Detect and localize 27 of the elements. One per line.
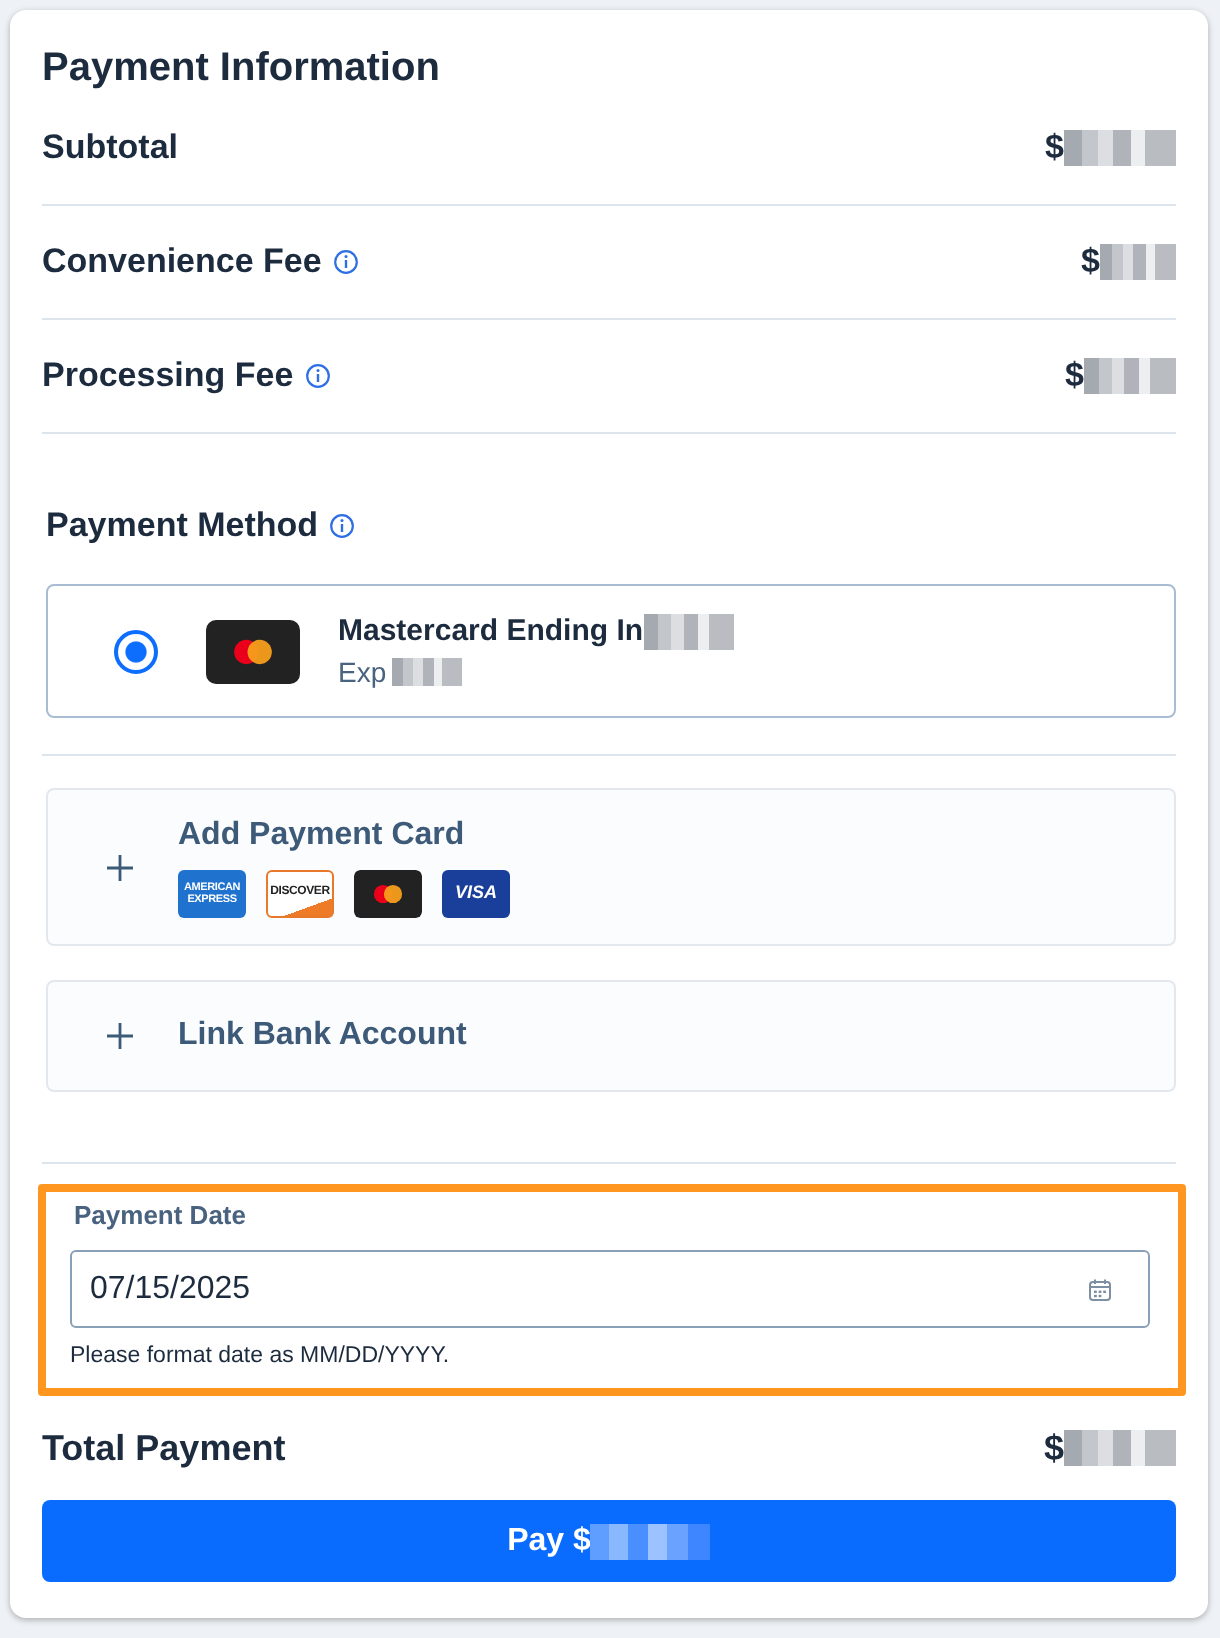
saved-card-option[interactable]: Mastercard Ending In Exp — [46, 584, 1176, 718]
plus-icon — [106, 853, 134, 881]
total-label: Total Payment — [42, 1426, 286, 1472]
amount-text: $ — [1043, 1426, 1064, 1472]
plus-icon — [106, 1022, 134, 1050]
date-input[interactable]: 07/15/2025 — [70, 1250, 1150, 1328]
fee-label: Convenience Fee — [42, 240, 322, 285]
card-logo-icon — [354, 870, 422, 918]
amount-text: $ — [1081, 240, 1100, 285]
card-name: Mastercard Ending In — [338, 611, 644, 651]
fee-label: Processing Fee — [42, 354, 294, 399]
expiry-label: Exp — [338, 653, 387, 691]
calendar-icon — [1088, 1277, 1112, 1301]
add-bank-option[interactable]: Link Bank Account — [46, 980, 1176, 1092]
amount-text: $ — [1065, 354, 1084, 399]
panel-title: Payment Information — [42, 44, 442, 92]
amount-text: $ — [1045, 126, 1064, 171]
pay-button[interactable]: Pay $ — [42, 1500, 1176, 1582]
card-logo-icon — [206, 619, 300, 683]
section-heading: Payment Method — [46, 504, 319, 548]
radio-button[interactable] — [114, 629, 158, 673]
fee-label: Subtotal — [42, 126, 178, 171]
option-label: Add Payment Card — [178, 816, 467, 856]
card-brand-logo: VISA — [442, 870, 510, 918]
field-label: Payment Date — [72, 1200, 248, 1232]
option-label: Link Bank Account — [178, 1016, 467, 1056]
hint-text: Please format date as MM/DD/YYYY. — [70, 1342, 452, 1372]
